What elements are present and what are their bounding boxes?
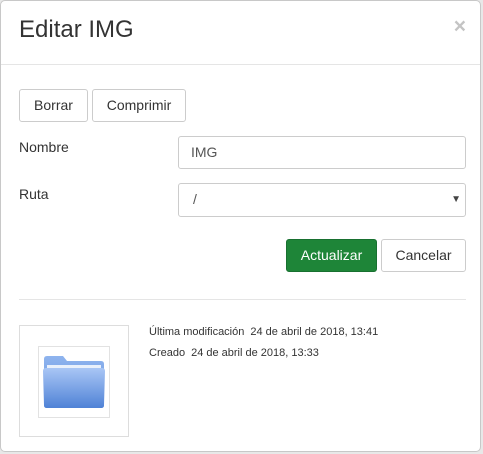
path-label: Ruta <box>19 186 49 202</box>
close-icon[interactable]: × <box>454 15 466 39</box>
compress-button[interactable]: Comprimir <box>92 89 186 122</box>
divider <box>19 299 466 300</box>
modified-value: 24 de abril de 2018, 13:41 <box>250 326 379 338</box>
update-button[interactable]: Actualizar <box>286 239 377 272</box>
thumbnail-inner <box>38 346 110 418</box>
dialog-header: Editar IMG × <box>1 1 480 65</box>
created-info: Creado 24 de abril de 2018, 13:33 <box>149 346 319 360</box>
select-arrow-icon: ▼ <box>451 194 461 205</box>
name-label: Nombre <box>19 139 69 155</box>
path-select[interactable]: / ▼ <box>178 183 466 217</box>
path-select-value: / <box>193 191 197 207</box>
file-thumbnail <box>19 325 129 437</box>
dialog-title: Editar IMG <box>19 16 134 43</box>
cancel-button[interactable]: Cancelar <box>381 239 466 272</box>
created-label: Creado <box>149 347 186 359</box>
modified-label: Última modificación <box>149 326 245 338</box>
edit-dialog: Editar IMG × Borrar Comprimir Nombre IMG… <box>0 0 481 452</box>
folder-icon <box>43 356 105 408</box>
delete-button[interactable]: Borrar <box>19 89 88 122</box>
created-value: 24 de abril de 2018, 13:33 <box>191 347 319 359</box>
modified-info: Última modificación 24 de abril de 2018, … <box>149 325 378 339</box>
name-input[interactable]: IMG <box>178 136 466 169</box>
